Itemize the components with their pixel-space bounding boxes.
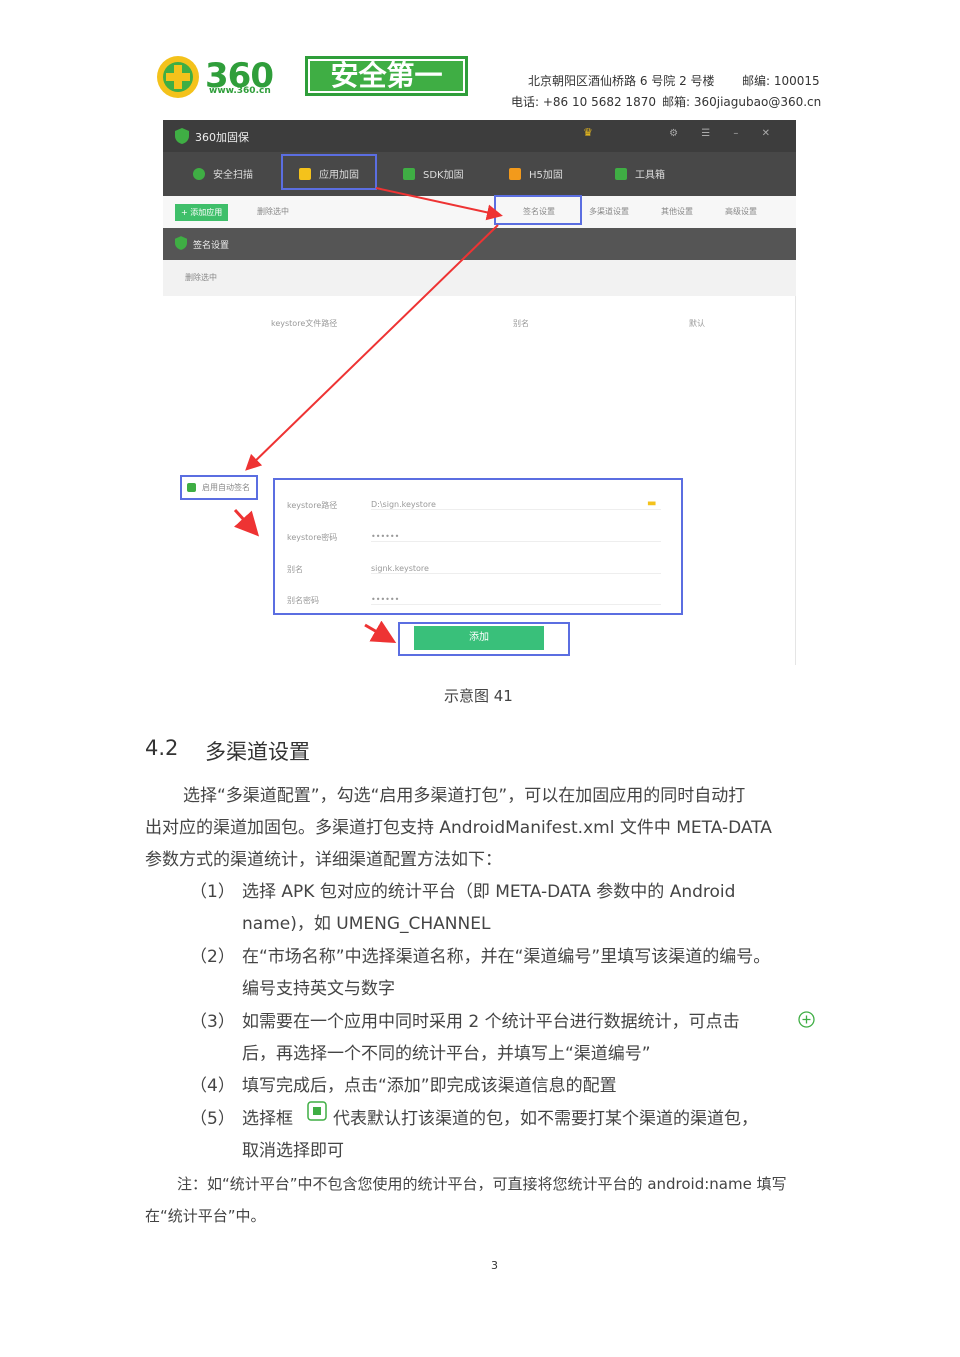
- arrow-to-add: [364, 620, 397, 643]
- slogan: 安全第一: [305, 56, 468, 96]
- postcode: 邮编: 100015: [742, 74, 820, 88]
- address: 北京朝阳区酒仙桥路 6 号院 2 号楼: [528, 74, 715, 88]
- phone: 电话: +86 10 5682 1870: [511, 95, 656, 109]
- step-5-line-1b: 代表默认打该渠道的包，如不需要打某个渠道的渠道包，: [333, 1109, 758, 1129]
- section-title: 多渠道设置: [205, 740, 310, 764]
- add-circle-icon: [798, 1011, 815, 1028]
- figure-caption: 示意图 41: [444, 687, 513, 705]
- step-4-number: （4）: [190, 1076, 235, 1096]
- intro-line-1: 选择“多渠道配置”，勾选“启用多渠道打包”，可以在加固应用的同时自动打: [183, 786, 746, 806]
- red-arrows: [233, 187, 503, 643]
- step-2-number: （2）: [190, 947, 235, 967]
- step-4-line-1: 填写完成后，点击“添加”即完成该渠道信息的配置: [242, 1076, 617, 1096]
- section-number: 4.2: [145, 736, 179, 760]
- intro-line-2: 出对应的渠道加固包。多渠道打包支持 AndroidManifest.xml 文件…: [145, 818, 772, 838]
- step-3-line-1: 如需要在一个应用中同时采用 2 个统计平台进行数据统计，可点击: [242, 1012, 740, 1032]
- note-line-1: 注：如“统计平台”中不包含您使用的统计平台，可直接将您统计平台的 android…: [177, 1175, 787, 1193]
- step-3-line-2: 后，再选择一个不同的统计平台，并填写上“渠道编号”: [242, 1044, 651, 1064]
- step-1-line-1: 选择 APK 包对应的统计平台（即 META-DATA 参数中的 Android: [242, 882, 736, 902]
- step-5-number: （5）: [190, 1109, 235, 1129]
- checkbox-green-icon: [307, 1101, 327, 1121]
- page-number: 3: [491, 1259, 498, 1272]
- step-5-line-2: 取消选择即可: [242, 1141, 344, 1161]
- app-screenshot: 360加固保 ⚙ ☰ – ✕ ♛ 安全扫描 应用加固 SDK加固 H5加固 工具…: [163, 120, 796, 665]
- step-2-line-2: 编号支持英文与数字: [242, 979, 395, 999]
- intro-line-3: 参数方式的渠道统计，详细渠道配置方法如下：: [145, 850, 502, 870]
- arrow-to-sign-settings: [375, 187, 503, 221]
- email: 邮箱: 360jiagubao@360.cn: [662, 95, 822, 109]
- logo: 360 www.360.cn: [155, 54, 290, 100]
- step-5-line-1a: 选择框: [242, 1109, 293, 1129]
- arrow-to-enable-auto: [245, 224, 499, 471]
- step-2-line-1: 在“市场名称”中选择渠道名称，并在“渠道编号”里填写该渠道的编号。: [242, 947, 771, 967]
- note-line-2: 在“统计平台”中。: [145, 1207, 266, 1225]
- logo-circle-icon: [157, 56, 199, 98]
- step-1-line-2: name)，如 UMENG_CHANNEL: [242, 914, 491, 934]
- arrow-to-form: [233, 508, 260, 537]
- logo-url: www.360.cn: [209, 86, 271, 96]
- step-3-number: （3）: [190, 1012, 235, 1032]
- step-1-number: （1）: [190, 882, 235, 902]
